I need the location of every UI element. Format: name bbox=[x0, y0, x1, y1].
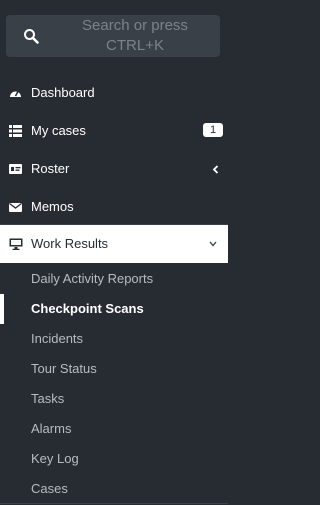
search-box[interactable]: Search or press CTRL+K bbox=[6, 15, 220, 57]
count-badge: 1 bbox=[203, 123, 223, 137]
sidebar-item-label: Memos bbox=[31, 199, 74, 214]
submenu-item-label: Alarms bbox=[31, 421, 72, 436]
submenu-item-checkpoint-scans[interactable]: Checkpoint Scans bbox=[0, 294, 228, 324]
submenu-item-tour-status[interactable]: Tour Status bbox=[0, 354, 228, 384]
submenu-item-label: Incidents bbox=[31, 331, 84, 346]
dashboard-icon bbox=[10, 91, 21, 97]
chevron-left-icon bbox=[212, 165, 219, 174]
chevron-down-icon bbox=[209, 241, 217, 247]
search-placeholder: Search or press CTRL+K bbox=[82, 17, 188, 54]
submenu-item-incidents[interactable]: Incidents bbox=[0, 324, 228, 354]
sidebar-item-label: Dashboard bbox=[31, 85, 95, 100]
submenu-item-daily-activity-reports[interactable]: Daily Activity Reports bbox=[0, 264, 228, 294]
submenu-item-alarms[interactable]: Alarms bbox=[0, 414, 228, 444]
submenu-item-label: Daily Activity Reports bbox=[31, 271, 154, 286]
submenu-item-cases[interactable]: Cases bbox=[0, 474, 228, 504]
sidebar-item-memos[interactable]: Memos bbox=[0, 188, 228, 226]
submenu-item-label: Tour Status bbox=[31, 361, 97, 376]
id-card-icon bbox=[9, 164, 22, 174]
submenu-item-label: Tasks bbox=[31, 391, 65, 406]
sidebar-item-label: Roster bbox=[31, 161, 70, 176]
search-icon bbox=[24, 29, 39, 44]
divider bbox=[0, 503, 228, 504]
sidebar-item-work-results[interactable]: Work Results bbox=[0, 225, 228, 263]
envelope-icon bbox=[9, 202, 22, 212]
submenu-item-label: Cases bbox=[31, 481, 68, 496]
desktop-icon bbox=[9, 238, 23, 250]
sidebar-item-dashboard[interactable]: Dashboard bbox=[0, 74, 228, 112]
sidebar-item-my-cases[interactable]: My cases 1 bbox=[0, 112, 228, 150]
submenu-item-key-log[interactable]: Key Log bbox=[0, 444, 228, 474]
submenu-item-tasks[interactable]: Tasks bbox=[0, 384, 228, 414]
sidebar-item-label: Work Results bbox=[31, 236, 109, 251]
submenu-item-label: Key Log bbox=[31, 451, 79, 466]
sidebar-item-roster[interactable]: Roster bbox=[0, 150, 228, 188]
list-icon bbox=[9, 125, 22, 137]
sidebar-item-label: My cases bbox=[31, 123, 86, 138]
submenu-item-label: Checkpoint Scans bbox=[31, 301, 144, 316]
